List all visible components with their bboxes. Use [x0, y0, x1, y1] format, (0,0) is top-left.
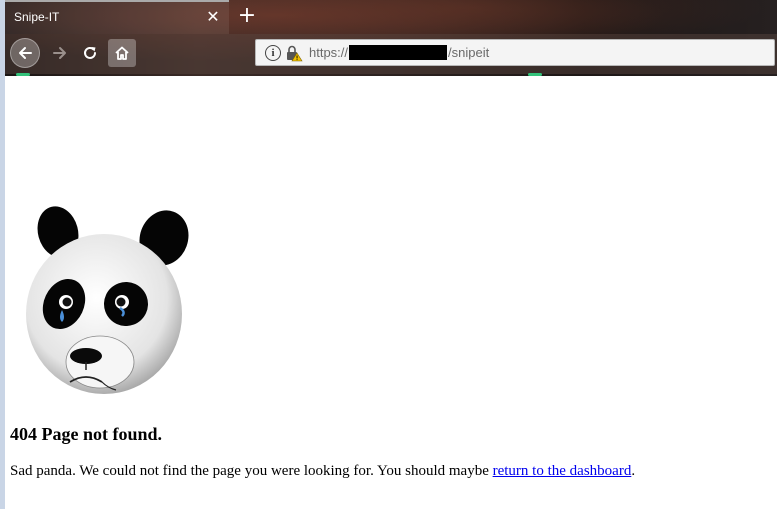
window-left-edge — [0, 0, 5, 509]
url-prefix: https:// — [309, 45, 349, 60]
toolbar-accent — [16, 73, 30, 76]
info-icon[interactable]: i — [265, 45, 281, 61]
message-text: Sad panda. We could not find the page yo… — [10, 463, 493, 479]
reload-icon — [84, 46, 96, 59]
reload-button[interactable] — [75, 38, 105, 68]
close-icon[interactable]: ✕ — [203, 7, 223, 27]
arrow-left-icon — [19, 47, 32, 59]
home-icon — [115, 46, 129, 60]
url-text: https:// /snipeit — [309, 45, 489, 60]
redacted-host — [349, 45, 448, 60]
toolbar-accent — [528, 73, 542, 76]
browser-tab[interactable]: Snipe-IT ✕ — [5, 0, 229, 34]
browser-chrome: Snipe-IT ✕ + i https:// /snipeit — [5, 0, 777, 76]
dashboard-link[interactable]: return to the dashboard — [493, 463, 632, 479]
navigation-toolbar: i https:// /snipeit — [5, 34, 777, 74]
home-button[interactable] — [108, 39, 136, 67]
new-tab-button[interactable]: + — [235, 3, 259, 29]
plus-icon: + — [237, 3, 257, 28]
url-suffix: /snipeit — [448, 45, 490, 60]
message-period: . — [631, 463, 636, 479]
sad-panda-image — [26, 206, 189, 394]
forward-button[interactable] — [45, 38, 75, 68]
error-message: Sad panda. We could not find the page yo… — [10, 463, 635, 480]
page-title: 404 Page not found. — [10, 424, 163, 444]
tab-title: Snipe-IT — [14, 10, 60, 24]
lock-warning-icon[interactable] — [285, 44, 303, 62]
back-button[interactable] — [10, 38, 40, 68]
arrow-right-icon — [53, 47, 66, 59]
address-bar[interactable]: i https:// /snipeit — [255, 39, 775, 66]
